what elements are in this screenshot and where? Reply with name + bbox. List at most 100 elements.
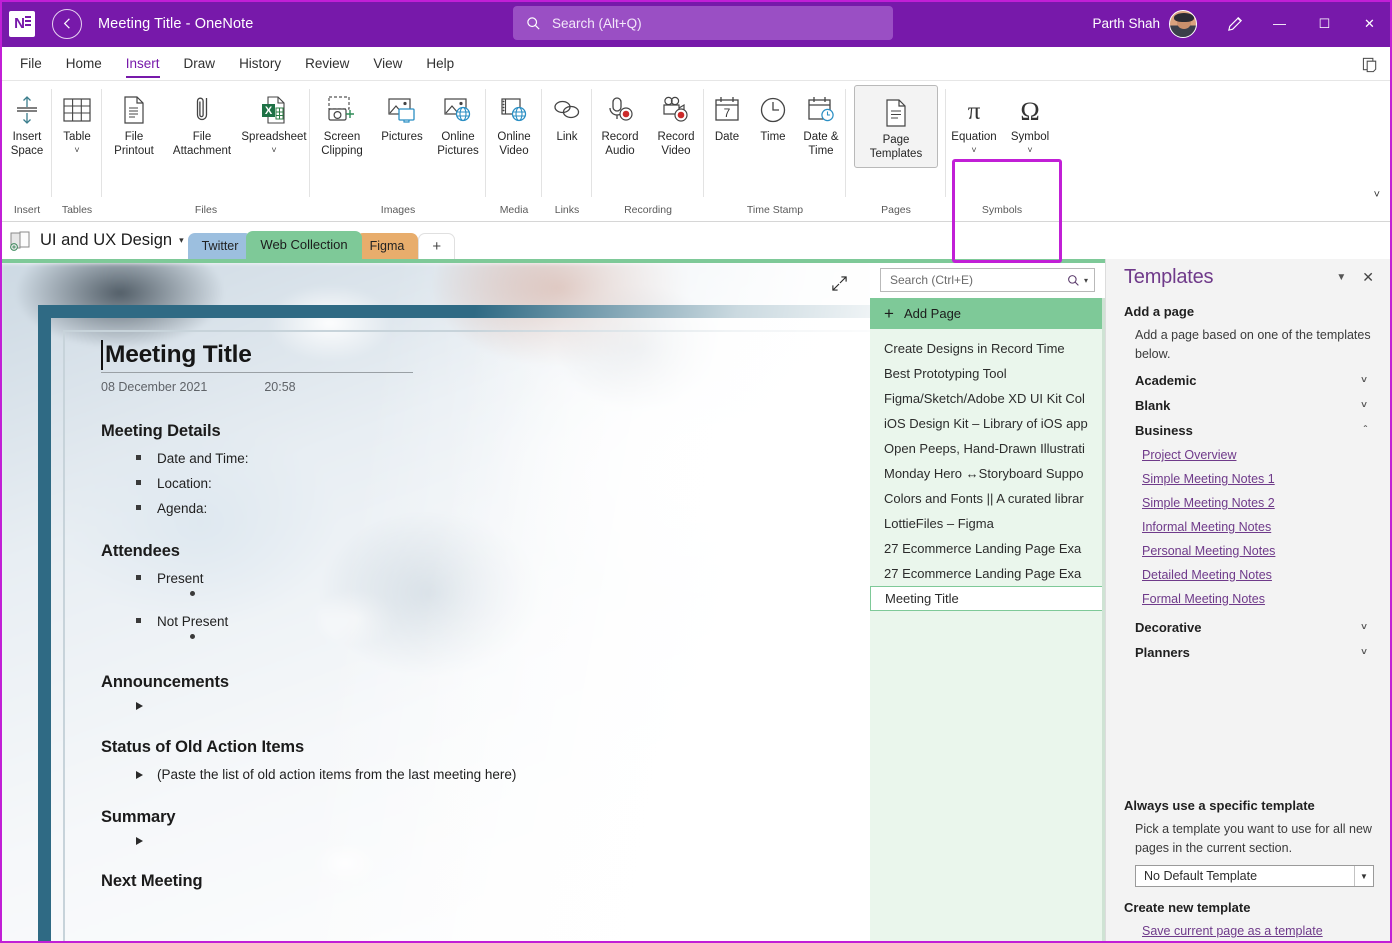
page-item[interactable]: Create Designs in Record Time — [870, 336, 1105, 361]
close-icon[interactable]: ✕ — [1356, 269, 1374, 286]
note-bullet[interactable] — [101, 634, 830, 647]
tab-help[interactable]: Help — [414, 47, 466, 81]
add-a-page-heading: Add a page — [1124, 304, 1195, 319]
square-bullet-icon — [136, 455, 141, 460]
tab-file[interactable]: File — [8, 47, 54, 81]
add-section-button[interactable]: + — [418, 233, 456, 259]
page-item[interactable]: Colors and Fonts || A curated librar — [870, 486, 1105, 511]
tab-home[interactable]: Home — [54, 47, 114, 81]
template-link-personal-meeting-notes[interactable]: Personal Meeting Notes — [1124, 544, 1275, 558]
time-button[interactable]: Time — [750, 87, 796, 147]
category-academic[interactable]: Academic ˅ — [1124, 373, 1374, 388]
date-button[interactable]: 7 Date — [704, 87, 750, 147]
section-tab-web-collection[interactable]: Web Collection — [246, 231, 362, 259]
tab-view[interactable]: View — [361, 47, 414, 81]
page-item[interactable]: Figma/Sketch/Adobe XD UI Kit Col — [870, 386, 1105, 411]
note-bullet[interactable]: Date and Time: — [101, 451, 830, 466]
template-link-simple-meeting-notes-1[interactable]: Simple Meeting Notes 1 — [1124, 472, 1275, 486]
file-attachment-label: File Attachment — [172, 131, 232, 157]
category-business[interactable]: Business ˆ — [1124, 423, 1374, 438]
expand-page-icon[interactable] — [831, 275, 848, 297]
online-video-button[interactable]: Online Video — [486, 87, 542, 160]
file-printout-label: File Printout — [114, 131, 154, 157]
category-blank[interactable]: Blank ˅ — [1124, 398, 1374, 413]
page-item[interactable]: Best Prototyping Tool — [870, 361, 1105, 386]
symbol-button[interactable]: Ω Symbol ˅ — [1002, 87, 1058, 157]
templates-title: Templates — [1124, 266, 1214, 288]
spreadsheet-button[interactable]: X Spreadsheet ˅ — [238, 87, 310, 157]
tab-draw[interactable]: Draw — [172, 47, 228, 81]
avatar[interactable] — [1169, 9, 1197, 38]
template-link-informal-meeting-notes[interactable]: Informal Meeting Notes — [1124, 520, 1271, 534]
chevron-down-icon[interactable]: ▼ — [1326, 272, 1356, 283]
page-item-selected[interactable]: Meeting Title — [870, 586, 1105, 611]
minimize-button[interactable]: — — [1257, 0, 1302, 47]
page-item[interactable]: 27 Ecommerce Landing Page Exa — [870, 536, 1105, 561]
notes-panel-icon[interactable] — [1356, 51, 1384, 77]
insert-space-button[interactable]: Insert Space — [2, 87, 52, 160]
template-link-detailed-meeting-notes[interactable]: Detailed Meeting Notes — [1124, 568, 1272, 582]
section-tab-twitter[interactable]: Twitter — [187, 233, 253, 259]
note-bullet[interactable] — [101, 702, 830, 710]
chevron-down-icon: ˅ — [74, 144, 80, 155]
page-item[interactable]: LottieFiles – Figma — [870, 511, 1105, 536]
note-canvas[interactable]: Meeting Title 08 December 2021 20:58 Mee… — [0, 259, 870, 943]
page-search-input[interactable]: Search (Ctrl+E) ▾ — [880, 268, 1095, 292]
chevron-down-icon: ˅ — [1361, 375, 1367, 386]
chevron-down-icon[interactable]: ▾ — [1084, 276, 1088, 285]
note-content[interactable]: Meeting Title 08 December 2021 20:58 Mee… — [101, 340, 830, 891]
save-current-page-as-template-link[interactable]: Save current page as a template — [1124, 924, 1323, 938]
insert-space-icon — [13, 91, 41, 129]
note-bullet[interactable]: Agenda: — [101, 501, 830, 516]
back-arrow-icon[interactable] — [52, 8, 82, 39]
category-label: Planners — [1135, 645, 1190, 660]
date-time-button[interactable]: Date & Time — [796, 87, 846, 160]
collapse-ribbon-icon[interactable]: ˅ — [1374, 189, 1380, 201]
link-button[interactable]: Link — [542, 87, 592, 147]
ribbon: Insert Space Insert Table ˅ Tables File … — [0, 81, 1392, 263]
page-item[interactable]: Open Peeps, Hand-Drawn Illustrati — [870, 436, 1105, 461]
dot-bullet-icon — [190, 634, 195, 639]
search-input[interactable]: Search (Alt+Q) — [513, 6, 893, 40]
maximize-button[interactable]: ☐ — [1302, 0, 1347, 47]
screen-clipping-button[interactable]: Screen Clipping — [310, 87, 374, 160]
template-link-simple-meeting-notes-2[interactable]: Simple Meeting Notes 2 — [1124, 496, 1275, 510]
template-link-project-overview[interactable]: Project Overview — [1124, 448, 1236, 462]
file-attachment-button[interactable]: File Attachment — [166, 87, 238, 160]
equation-button[interactable]: π Equation ˅ — [946, 87, 1002, 157]
pen-highlighter-icon[interactable] — [1213, 0, 1257, 47]
template-link-formal-meeting-notes[interactable]: Formal Meeting Notes — [1124, 592, 1265, 606]
note-bullet[interactable] — [101, 591, 830, 604]
tab-review[interactable]: Review — [293, 47, 361, 81]
page-templates-button[interactable]: Page Templates — [854, 85, 938, 168]
default-template-select[interactable]: No Default Template ▼ — [1135, 865, 1374, 887]
create-new-template-heading: Create new template — [1124, 900, 1251, 915]
pictures-button[interactable]: Pictures — [374, 87, 430, 147]
page-item[interactable]: iOS Design Kit – Library of iOS app — [870, 411, 1105, 436]
notebook-selector[interactable]: UI and UX Design ▾ — [0, 222, 188, 259]
note-bullet[interactable]: (Paste the list of old action items from… — [101, 767, 830, 782]
table-button[interactable]: Table ˅ — [52, 87, 102, 157]
note-bullet[interactable]: Location: — [101, 476, 830, 491]
record-audio-button[interactable]: Record Audio — [592, 87, 648, 160]
record-video-button[interactable]: Record Video — [648, 87, 704, 160]
add-page-button[interactable]: + Add Page — [870, 298, 1105, 329]
category-planners[interactable]: Planners ˅ — [1124, 645, 1374, 660]
file-printout-button[interactable]: File Printout — [102, 87, 166, 160]
ribbon-group-links: Link Links — [542, 81, 592, 221]
note-bullet[interactable]: Not Present — [101, 614, 830, 629]
note-bullet[interactable]: Present — [101, 571, 830, 586]
section-tab-figma[interactable]: Figma — [355, 233, 419, 259]
note-bullet-text: (Paste the list of old action items from… — [157, 767, 517, 782]
tab-insert[interactable]: Insert — [114, 47, 172, 81]
note-bullet[interactable] — [101, 837, 830, 845]
online-pictures-button[interactable]: Online Pictures — [430, 87, 486, 160]
page-item[interactable]: Monday Hero ↔Storyboard Suppo — [870, 461, 1105, 486]
heading-attendees: Attendees — [101, 542, 180, 560]
category-decorative[interactable]: Decorative ˅ — [1124, 620, 1374, 635]
close-button[interactable]: ✕ — [1347, 0, 1392, 47]
page-templates-label: Page Templates — [869, 134, 923, 160]
tab-history[interactable]: History — [227, 47, 293, 81]
note-title[interactable]: Meeting Title — [101, 340, 252, 370]
page-item[interactable]: 27 Ecommerce Landing Page Exa — [870, 561, 1105, 586]
